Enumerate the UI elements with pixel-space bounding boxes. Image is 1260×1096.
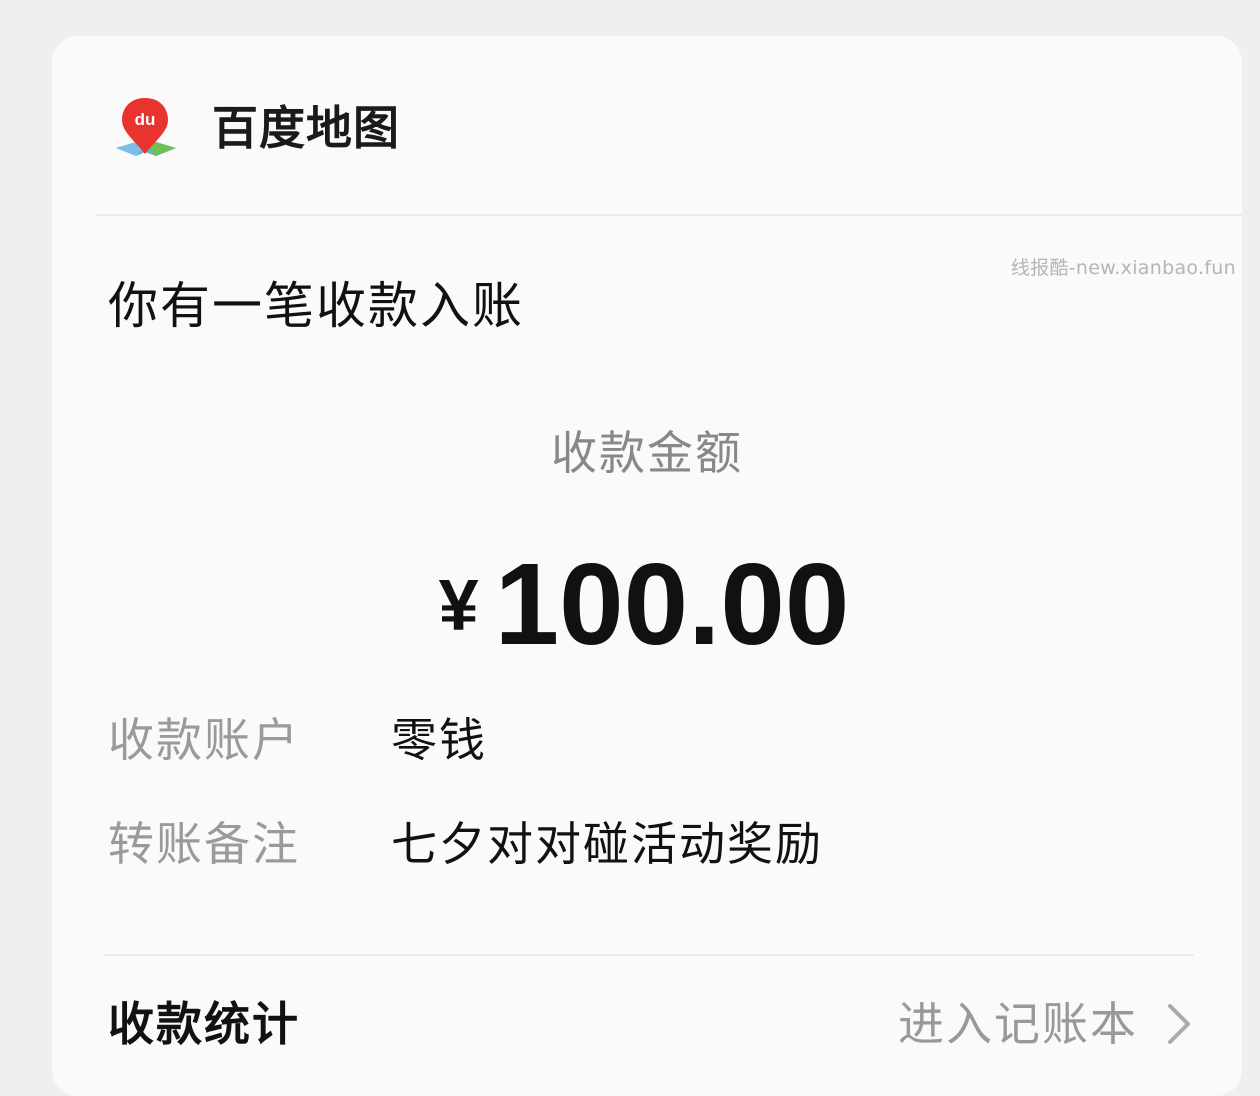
detail-label: 收款账户 bbox=[108, 713, 300, 767]
chevron-right-icon[interactable] bbox=[1164, 1002, 1194, 1046]
detail-label: 转账备注 bbox=[108, 817, 300, 871]
payment-notification-card: du 百度地图 线报酷-new.xianbao.fun 你有一笔收款入账 收款金… bbox=[52, 36, 1242, 1096]
watermark: 线报酷-new.xianbao.fun bbox=[1010, 257, 1236, 279]
footer-divider bbox=[104, 954, 1194, 956]
detail-row-account: 收款账户 零钱 bbox=[108, 710, 1108, 770]
app-name: 百度地图 bbox=[212, 101, 400, 155]
amount-label: 收款金额 bbox=[551, 426, 743, 480]
notification-header: du 百度地图 bbox=[52, 36, 1242, 216]
stats-label: 收款统计 bbox=[108, 997, 300, 1051]
stats-row[interactable]: 收款统计 进入记账本 bbox=[108, 992, 1194, 1056]
amount-display: ¥100.00 bbox=[52, 544, 1242, 700]
currency-symbol: ¥ bbox=[438, 566, 479, 646]
header-divider bbox=[96, 214, 1242, 216]
detail-value: 七夕对对碰活动奖励 bbox=[391, 817, 823, 871]
baidu-map-logo-icon: du bbox=[116, 98, 176, 156]
ledger-link[interactable]: 进入记账本 bbox=[898, 992, 1194, 1056]
detail-value: 零钱 bbox=[391, 713, 487, 767]
detail-row-memo: 转账备注 七夕对对碰活动奖励 bbox=[108, 814, 1108, 874]
notice-title: 你有一笔收款入账 bbox=[108, 277, 524, 335]
ledger-link-label[interactable]: 进入记账本 bbox=[898, 992, 1138, 1056]
amount-value: 100.00 bbox=[494, 539, 850, 669]
svg-text:du: du bbox=[135, 110, 156, 129]
